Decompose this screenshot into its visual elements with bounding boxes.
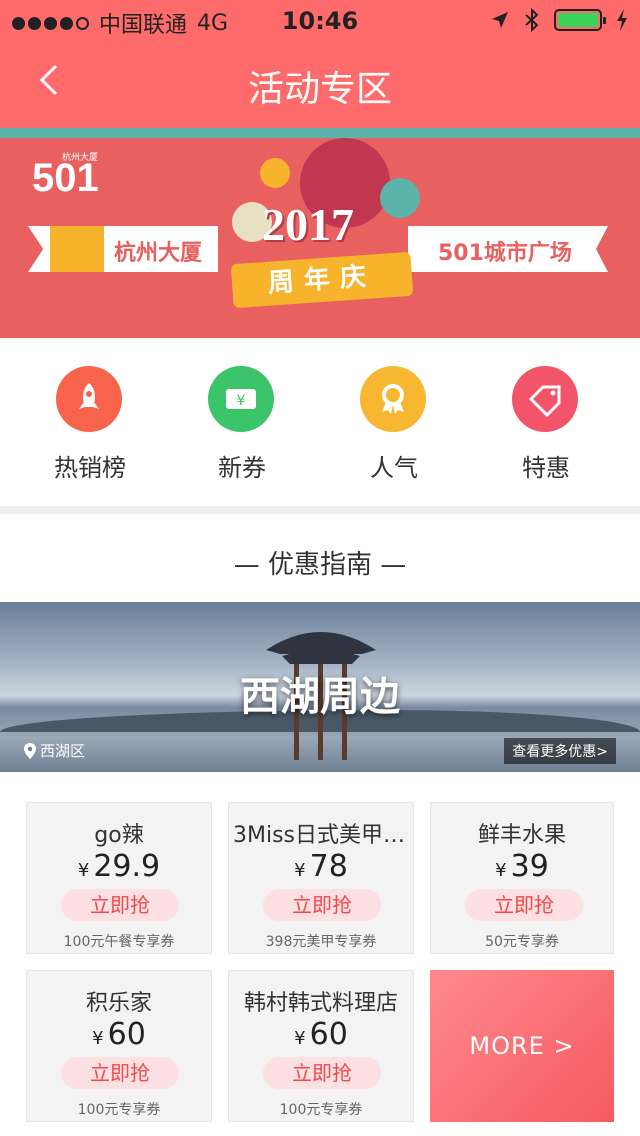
deal-price: ¥29.9 [77, 849, 161, 884]
charging-icon [617, 9, 627, 31]
deal-price: ¥60 [92, 1017, 146, 1052]
status-bar: 中国联通 4G 10:46 [0, 0, 640, 40]
accent-strip [0, 128, 640, 138]
category-label: 新券 [218, 454, 266, 482]
category-hot[interactable]: 热销榜 [14, 338, 166, 506]
deal-name: go辣 [94, 823, 144, 848]
left-ribbon-label: 杭州大厦 [114, 241, 203, 266]
category-popular[interactable]: 人气 [318, 338, 470, 506]
deal-name: 积乐家 [85, 991, 152, 1016]
deal-note: 100元午餐专享券 [63, 934, 175, 950]
status-icons [490, 8, 628, 32]
page-title: 活动专区 [247, 69, 392, 110]
deal-note: 50元专享券 [485, 934, 559, 950]
deal-note: 100元专享券 [279, 1102, 363, 1118]
deal-name: 3Miss日式美甲美.. [233, 823, 413, 848]
feature-banner[interactable]: 西湖周边 西湖区 查看更多优惠> [0, 602, 640, 772]
area-label: 西湖区 [40, 742, 86, 760]
bluetooth-icon [525, 8, 539, 32]
decor-circle [260, 158, 290, 188]
brand-logo: 杭州大厦 501 [32, 152, 99, 200]
right-ribbon-label: 501城市广场 [438, 241, 572, 266]
category-new-coupon[interactable]: ¥ 新券 [166, 338, 318, 506]
anniversary-ribbon: 周年庆 [230, 251, 414, 309]
grab-button[interactable]: 立即抢 [263, 1057, 381, 1089]
view-more-link[interactable]: 查看更多优惠> [504, 738, 616, 764]
category-special-offer[interactable]: 特惠 [470, 338, 622, 506]
rocket-icon [56, 366, 122, 432]
ticket-icon: ¥ [208, 366, 274, 432]
battery-icon [554, 9, 606, 31]
deal-card[interactable]: 韩村韩式料理店 ¥60 立即抢 100元专享券 [228, 970, 414, 1122]
nav-bar: 活动专区 [0, 40, 640, 128]
category-label: 特惠 [522, 454, 570, 482]
right-ribbon: 501城市广场 [408, 226, 608, 272]
feature-title: 西湖周边 [240, 674, 400, 720]
anniversary-label: 周年庆 [267, 261, 377, 299]
section-divider [0, 506, 640, 514]
category-label: 人气 [370, 454, 418, 482]
deal-note: 100元专享券 [77, 1102, 161, 1118]
banner-year: 2017 [262, 199, 354, 250]
grab-button[interactable]: 立即抢 [61, 889, 179, 921]
deal-note: 398元美甲专享券 [265, 934, 377, 950]
decor-circle [380, 178, 420, 218]
deal-price: ¥78 [294, 849, 348, 884]
deal-card[interactable]: 鲜丰水果 ¥39 立即抢 50元专享券 [430, 802, 614, 954]
section-title: — 优惠指南 — [233, 550, 407, 580]
grab-button[interactable]: 立即抢 [465, 889, 583, 921]
deal-card[interactable]: 3Miss日式美甲美.. ¥78 立即抢 398元美甲专享券 [228, 802, 414, 954]
area-tag: 西湖区 [24, 740, 85, 761]
svg-text:¥: ¥ [237, 393, 246, 409]
deal-name: 韩村韩式料理店 [243, 991, 398, 1016]
promo-banner[interactable]: 杭州大厦 501 杭州大厦 501城市广场 2017 周年庆 [0, 138, 640, 338]
deal-card[interactable]: 积乐家 ¥60 立即抢 100元专享券 [26, 970, 212, 1122]
location-pin-icon [24, 742, 36, 759]
deal-name: 鲜丰水果 [477, 823, 566, 848]
ribbon-square-icon [50, 226, 104, 272]
deal-card[interactable]: go辣 ¥29.9 立即抢 100元午餐专享券 [26, 802, 212, 954]
location-arrow-icon [492, 12, 508, 28]
category-label: 热销榜 [54, 454, 126, 482]
medal-icon [360, 366, 426, 432]
grab-button[interactable]: 立即抢 [61, 1057, 179, 1089]
grab-button[interactable]: 立即抢 [263, 889, 381, 921]
deal-price: ¥39 [495, 849, 549, 884]
left-ribbon: 杭州大厦 [28, 226, 218, 272]
more-button[interactable]: MORE > [430, 970, 614, 1122]
category-row: 热销榜 ¥ 新券 人气 特惠 [0, 338, 640, 506]
deal-price: ¥60 [294, 1017, 348, 1052]
tag-icon [512, 366, 578, 432]
